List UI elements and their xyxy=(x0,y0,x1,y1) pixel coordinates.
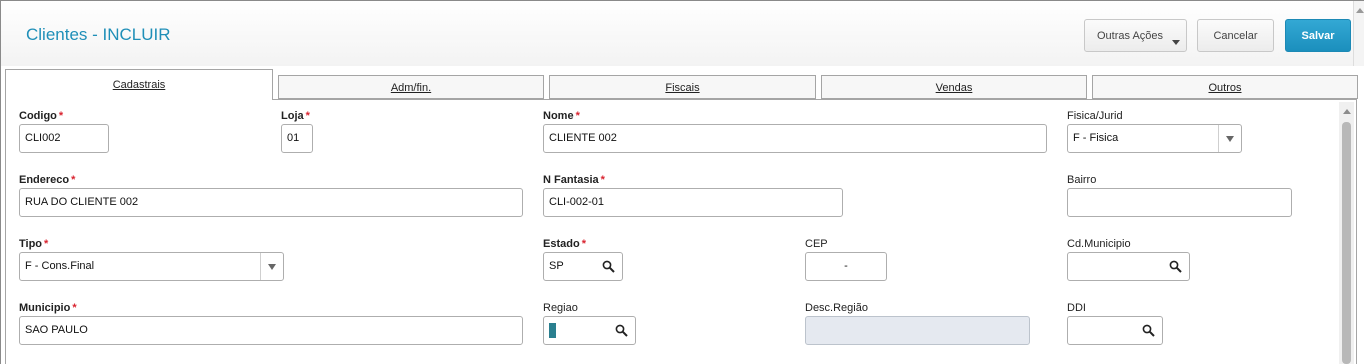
estado-field[interactable]: SP xyxy=(543,252,623,281)
regiao-label: Regiao xyxy=(543,302,578,314)
nome-label: Nome * xyxy=(543,110,580,122)
tab-fiscais[interactable]: Fiscais xyxy=(549,75,816,99)
municipio-label: Municipio * xyxy=(19,302,77,314)
n-fantasia-label: N Fantasia * xyxy=(543,174,605,186)
tab-cadastrais[interactable]: Cadastrais xyxy=(5,69,273,100)
scrollbar-thumb[interactable] xyxy=(1342,122,1351,364)
scroll-up-icon[interactable] xyxy=(1356,8,1364,13)
endereco-field[interactable]: RUA DO CLIENTE 002 xyxy=(19,188,523,217)
cep-field[interactable]: - xyxy=(805,252,887,281)
regiao-field[interactable] xyxy=(543,316,636,345)
tipo-value: F - Cons.Final xyxy=(25,260,95,272)
other-actions-button[interactable]: Outras Ações xyxy=(1084,19,1187,52)
magnifier-icon[interactable] xyxy=(1169,260,1182,273)
page-title: Clientes - INCLUIR xyxy=(26,25,171,44)
page-header: Clientes - INCLUIR Outras Ações Cancelar… xyxy=(1,1,1353,66)
tab-label: Cadastrais xyxy=(112,79,166,91)
tipo-label: Tipo * xyxy=(19,238,49,250)
municipio-field[interactable]: SAO PAULO xyxy=(19,316,523,345)
loja-field[interactable]: 01 xyxy=(281,124,313,153)
nome-field[interactable]: CLIENTE 002 xyxy=(543,124,1047,153)
form-scrollbar[interactable] xyxy=(1339,102,1354,364)
cancel-button[interactable]: Cancelar xyxy=(1197,19,1274,52)
cd-municipio-field[interactable] xyxy=(1067,252,1190,281)
cep-label: CEP xyxy=(805,238,828,250)
magnifier-icon[interactable] xyxy=(602,260,615,273)
endereco-label: Endereco * xyxy=(19,174,76,186)
bairro-field[interactable] xyxy=(1067,188,1292,217)
n-fantasia-field[interactable]: CLI-002-01 xyxy=(543,188,843,217)
codigo-label: Codigo * xyxy=(19,110,64,122)
estado-value: SP xyxy=(549,260,564,272)
header-scrollbar[interactable] xyxy=(1353,1,1364,66)
scroll-up-icon[interactable] xyxy=(1343,109,1351,114)
cd-municipio-label: Cd.Municipio xyxy=(1067,238,1131,250)
tab-outros[interactable]: Outros xyxy=(1092,75,1358,99)
tab-label: Outros xyxy=(1208,82,1242,94)
other-actions-label: Outras Ações xyxy=(1097,29,1164,42)
tab-adm-fin[interactable]: Adm/fin. xyxy=(278,75,544,99)
text-cursor xyxy=(549,323,556,338)
fisica-jurid-select[interactable]: F - Fisica xyxy=(1067,124,1242,153)
caret-down-icon xyxy=(1172,40,1180,45)
tab-vendas[interactable]: Vendas xyxy=(821,75,1087,99)
magnifier-icon[interactable] xyxy=(1142,324,1155,337)
tab-label: Vendas xyxy=(935,82,973,94)
desc-regiao-label: Desc.Região xyxy=(805,302,868,314)
save-button[interactable]: Salvar xyxy=(1285,19,1351,52)
ddi-field[interactable] xyxy=(1067,316,1163,345)
chevron-down-icon[interactable] xyxy=(1218,125,1241,152)
codigo-field[interactable]: CLI002 xyxy=(19,124,109,153)
loja-label: Loja * xyxy=(281,110,310,122)
tab-label: Adm/fin. xyxy=(390,82,432,94)
fisica-jurid-label: Fisica/Jurid xyxy=(1067,110,1123,122)
bairro-label: Bairro xyxy=(1067,174,1097,186)
estado-label: Estado * xyxy=(543,238,586,250)
chevron-down-icon[interactable] xyxy=(260,253,283,280)
tab-label: Fiscais xyxy=(665,82,700,94)
tipo-select[interactable]: F - Cons.Final xyxy=(19,252,284,281)
ddi-label: DDI xyxy=(1067,302,1086,314)
magnifier-icon[interactable] xyxy=(615,324,628,337)
fisica-jurid-value: F - Fisica xyxy=(1073,132,1119,144)
desc-regiao-field xyxy=(805,316,1030,345)
